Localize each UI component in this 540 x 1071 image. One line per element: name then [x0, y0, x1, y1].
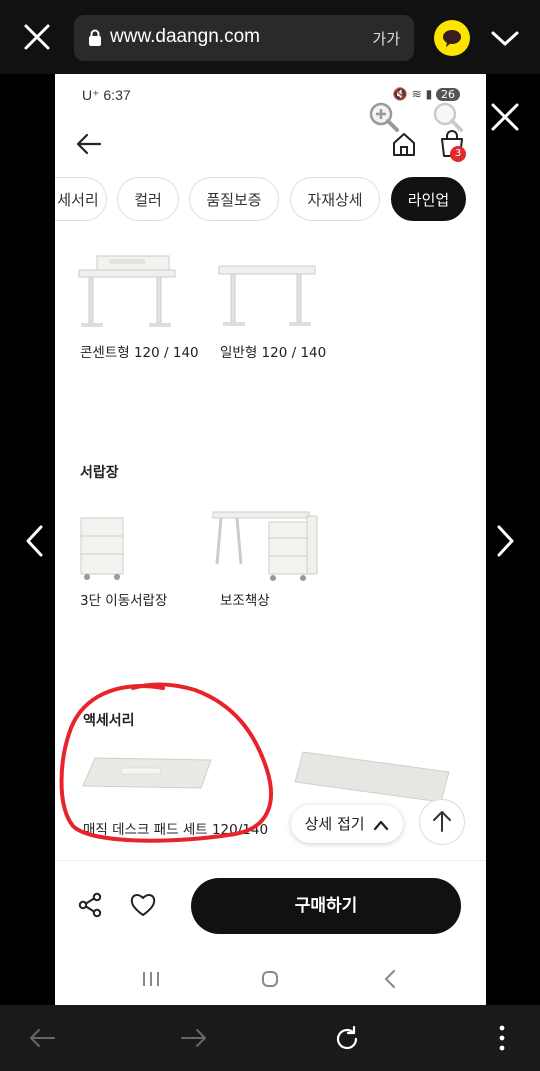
collapse-details-label: 상세 접기 [304, 815, 365, 833]
more-options-icon[interactable] [494, 1023, 510, 1053]
home-icon[interactable] [390, 130, 418, 158]
outlet-desk-image[interactable] [77, 252, 177, 332]
tab-lineup[interactable]: 라인업 [391, 177, 466, 221]
back-button-icon[interactable] [383, 968, 397, 990]
browser-top-bar: www.daangn.com 가가 [0, 0, 540, 74]
chevron-down-icon[interactable] [488, 24, 522, 52]
carrier-time: U⁺ 6:37 [82, 87, 131, 103]
close-icon[interactable] [22, 22, 52, 52]
status-icons: 🔇 ≋ ▮ 26 [393, 87, 460, 101]
item-label-outlet-desk[interactable]: 콘센트형 120 / 140 [80, 341, 199, 361]
next-image-icon[interactable] [490, 522, 520, 560]
viewer-close-icon[interactable] [488, 100, 522, 134]
item-label-mobile-drawer[interactable]: 3단 이동서랍장 [80, 589, 167, 609]
zoom-in-icon[interactable] [367, 100, 401, 134]
browser-bottom-bar [0, 1005, 540, 1071]
side-desk-image[interactable] [211, 506, 321, 584]
mobile-drawer-image[interactable] [79, 514, 127, 582]
share-icon[interactable] [77, 892, 103, 918]
phone-screenshot: U⁺ 6:37 🔇 ≋ ▮ 26 3 세서리 컬러 품질보증 자재상세 라인업 [55, 74, 486, 1005]
status-bar: U⁺ 6:37 🔇 ≋ ▮ 26 [55, 74, 486, 118]
url-text: www.daangn.com [110, 26, 260, 47]
text-size-button[interactable]: 가가 [372, 28, 400, 49]
tab-accessories[interactable]: 세서리 [55, 177, 107, 221]
item-label-standard-desk[interactable]: 일반형 120 / 140 [220, 341, 326, 361]
signal-icon: ▮ [425, 87, 433, 101]
recent-apps-icon[interactable] [141, 970, 161, 988]
wifi-icon: ≋ [411, 87, 422, 101]
lock-icon [89, 29, 101, 46]
browser-forward-icon[interactable] [180, 1027, 208, 1049]
back-arrow-icon[interactable] [75, 130, 103, 158]
buy-button[interactable]: 구매하기 [191, 878, 461, 934]
section-title-drawers: 서랍장 [80, 465, 119, 481]
heart-icon[interactable] [129, 892, 157, 918]
android-nav-bar [55, 954, 486, 1005]
arrow-up-icon [433, 811, 451, 832]
divider [55, 860, 486, 861]
red-annotation-circle [59, 682, 273, 843]
url-bar[interactable]: www.daangn.com 가가 [74, 15, 414, 61]
cart-count-badge: 3 [450, 146, 466, 162]
collapse-details-button[interactable]: 상세 접기 [291, 805, 403, 843]
item-label-side-desk[interactable]: 보조책상 [220, 589, 270, 609]
kakao-chat-button[interactable] [434, 20, 470, 56]
tab-material-details[interactable]: 자재상세 [290, 177, 380, 221]
tab-color[interactable]: 컬러 [117, 177, 179, 221]
mute-icon: 🔇 [392, 87, 408, 101]
category-tabs: 세서리 컬러 품질보증 자재상세 라인업 [55, 177, 486, 223]
scroll-to-top-button[interactable] [419, 799, 465, 845]
kakao-talk-icon [443, 30, 461, 47]
standard-desk-image[interactable] [217, 262, 317, 332]
browser-back-icon[interactable] [28, 1027, 56, 1049]
zoom-out-icon[interactable] [431, 100, 465, 134]
tab-quality-warranty[interactable]: 품질보증 [189, 177, 279, 221]
home-button-icon[interactable] [261, 970, 279, 988]
previous-image-icon[interactable] [20, 522, 50, 560]
refresh-icon[interactable] [333, 1025, 361, 1053]
chevron-up-icon [374, 820, 389, 830]
